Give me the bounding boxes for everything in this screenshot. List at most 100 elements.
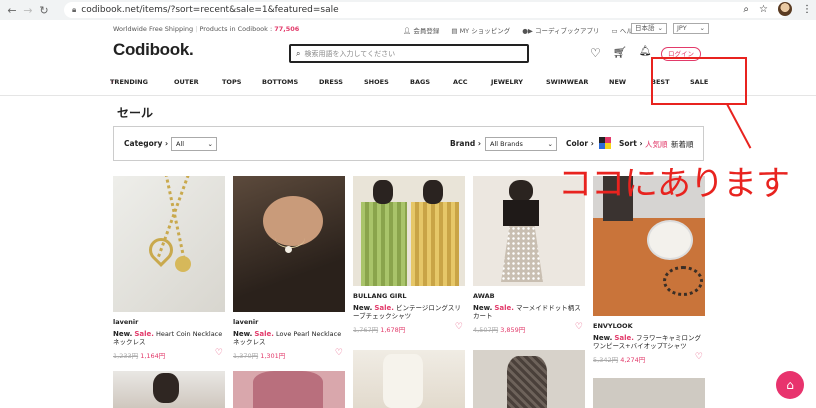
product-card[interactable]: lavenir New. Sale. Love Pearl Necklace ネ…	[233, 176, 345, 360]
product-brand: AWAB	[473, 292, 495, 300]
sale-tag: Sale.	[374, 304, 394, 312]
member-register-label: 会員登録	[413, 27, 440, 35]
heart-icon[interactable]: ♡	[335, 348, 343, 358]
heart-icon[interactable]: ♡	[455, 322, 463, 332]
search-icon: ⌕	[296, 48, 301, 58]
product-brand: BULLANG GIRL	[353, 292, 407, 300]
product-price: 4,507円 3,859円 ♡	[473, 322, 585, 334]
sale-tag: Sale.	[494, 304, 514, 312]
product-price: 1,233円 1,164円 ♡	[113, 348, 225, 360]
sort-popular-option[interactable]: 人気順	[645, 139, 668, 150]
hanger-fab-button[interactable]: ⌂	[776, 371, 804, 399]
category-label-text: Category	[124, 139, 163, 148]
sale-price: 4,274円	[620, 356, 646, 364]
profile-avatar[interactable]	[778, 2, 792, 16]
product-image[interactable]	[473, 350, 585, 408]
menu-item-dress[interactable]: DRESS	[319, 78, 343, 86]
heart-icon[interactable]: ♡	[575, 322, 583, 332]
menu-label: TRENDING	[110, 78, 148, 86]
annotation-text: ココにあります	[558, 164, 790, 204]
chevron-down-icon: ⌄	[547, 140, 553, 148]
sale-price: 1,678円	[380, 326, 406, 334]
address-bar[interactable]: 🔒︎ codibook.net/items/?sort=recent&sale=…	[64, 2, 788, 18]
forward-icon[interactable]: →	[20, 4, 36, 17]
product-price: 5,342円 4,274円 ♡	[593, 352, 705, 364]
product-brand: lavenir	[113, 318, 139, 326]
product-card[interactable]: lavenir New. Sale. Heart Coin Necklace ネ…	[113, 176, 225, 360]
product-image[interactable]	[593, 378, 705, 408]
menu-item-swimwear[interactable]: SWIMWEAR	[546, 78, 588, 86]
back-icon[interactable]: ←	[4, 4, 20, 17]
cart-icon[interactable]: 🛒︎	[613, 46, 627, 60]
product-brand: lavenir	[233, 318, 259, 326]
product-image[interactable]	[233, 371, 345, 408]
reload-icon[interactable]: ↻	[36, 4, 52, 17]
menu-item-bags[interactable]: BAGS	[410, 78, 430, 86]
brand-filter-label: Brand ›	[450, 139, 481, 148]
chevron-right-icon: ›	[590, 139, 594, 148]
wishlist-heart-icon[interactable]: ♡	[590, 46, 601, 60]
member-register-link[interactable]: 👤︎ 会員登録	[403, 25, 439, 35]
product-title: New. Sale. Heart Coin Necklace ネックレス	[113, 330, 225, 346]
new-tag: New.	[113, 330, 133, 338]
search-placeholder: 検索用語を入力してください	[304, 49, 396, 58]
product-image[interactable]	[353, 176, 465, 286]
category-select[interactable]: All ⌄	[171, 137, 217, 151]
menu-item-acc[interactable]: ACC	[453, 78, 468, 86]
zoom-icon[interactable]: ⌕	[743, 4, 749, 15]
sale-tag: Sale.	[614, 334, 634, 342]
bookmark-star-icon[interactable]: ☆	[759, 4, 768, 15]
currency-select[interactable]: JPY ⌄	[673, 23, 709, 34]
color-label-text: Color	[566, 139, 589, 148]
product-image[interactable]	[113, 371, 225, 408]
new-tag: New.	[353, 304, 373, 312]
product-price: 1,370円 1,301円 ♡	[233, 348, 345, 360]
sale-price: 1,164円	[140, 352, 166, 360]
menu-item-new[interactable]: NEW	[609, 78, 626, 86]
annotation-highlight-box	[651, 57, 747, 105]
user-icon: 👤︎	[403, 27, 412, 35]
language-select[interactable]: 日本語 ⌄	[631, 23, 667, 34]
menu-item-outer[interactable]: OUTER	[174, 78, 199, 86]
color-swatch-icon[interactable]	[599, 137, 611, 149]
chevron-right-icon: ›	[164, 139, 169, 148]
url-text: codibook.net/items/?sort=recent&sale=1&f…	[81, 5, 339, 15]
free-shipping-text: Worldwide Free Shipping	[113, 25, 194, 33]
category-menu: ⚡︎ TRENDING OUTER TOPS BOTTOMS DRESS SHO…	[108, 78, 718, 90]
product-image[interactable]	[113, 176, 225, 312]
language-value: 日本語	[635, 24, 655, 32]
product-image[interactable]	[353, 350, 465, 408]
sort-label-text: Sort	[619, 139, 637, 148]
my-shopping-link[interactable]: ▤ MY ショッピング	[451, 25, 510, 35]
brand-select[interactable]: All Brands ⌄	[485, 137, 557, 151]
old-price: 4,507円	[473, 326, 499, 334]
new-tag: New.	[593, 334, 613, 342]
category-filter-label: Category ›	[124, 139, 168, 148]
menu-item-jewelry[interactable]: JEWELRY	[491, 78, 523, 86]
products-label: Products in Codibook :	[199, 25, 273, 33]
new-tag: New.	[473, 304, 493, 312]
sale-tag: Sale.	[134, 330, 154, 338]
menu-item-bottoms[interactable]: BOTTOMS	[262, 78, 298, 86]
search-input[interactable]: ⌕ 検索用語を入力してください	[289, 44, 529, 63]
heart-icon[interactable]: ♡	[215, 348, 223, 358]
products-count: 77,506	[274, 25, 300, 33]
menu-dots-icon[interactable]: ⋮	[802, 4, 812, 15]
chevron-right-icon: ›	[477, 139, 481, 148]
product-card[interactable]: BULLANG GIRL New. Sale. ビンテージロングスリーブチェック…	[353, 176, 465, 334]
app-link[interactable]: ●▶ コーディブックアプリ	[522, 25, 599, 35]
menu-item-tops[interactable]: TOPS	[222, 78, 241, 86]
product-image[interactable]	[233, 176, 345, 312]
heart-icon[interactable]: ♡	[695, 352, 703, 362]
sort-newest-option[interactable]: 新着順	[671, 139, 694, 150]
brand-value: All Brands	[490, 140, 523, 148]
sort-label: Sort ›	[619, 139, 643, 148]
site-logo[interactable]: Codibook.	[113, 40, 194, 60]
chevron-right-icon: ›	[639, 139, 643, 148]
menu-item-shoes[interactable]: SHOES	[364, 78, 389, 86]
help-icon: ▭	[611, 27, 618, 35]
product-title: New. Sale. フラワーキャミロングワンピース+バイオップTシャツ	[593, 334, 705, 350]
product-title: New. Sale. Love Pearl Necklace ネックレス	[233, 330, 345, 346]
notification-bell-icon[interactable]: 🔔︎	[639, 46, 652, 60]
doc-icon: ▤	[451, 27, 458, 35]
